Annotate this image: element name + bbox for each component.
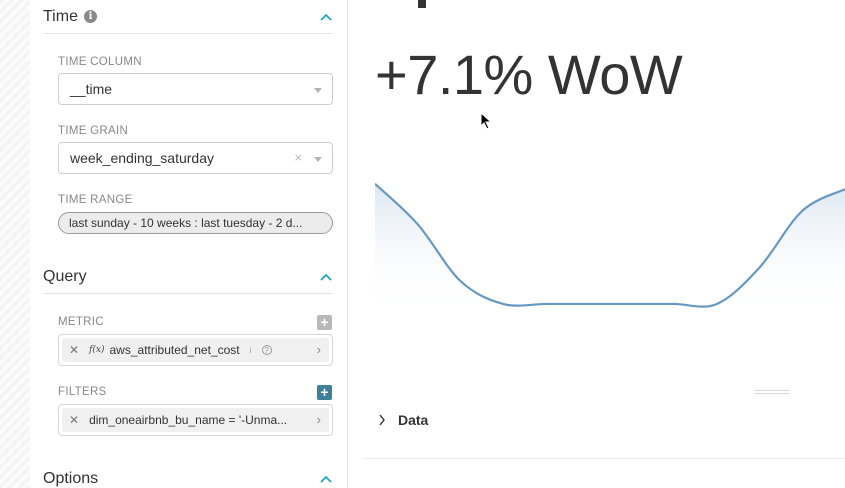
- chevron-right-icon[interactable]: ›: [317, 342, 321, 357]
- chevron-up-icon[interactable]: [319, 272, 333, 282]
- cropped-number-glyph: [418, 0, 426, 8]
- function-icon: f(x): [89, 345, 105, 355]
- clear-icon[interactable]: ×: [294, 150, 302, 165]
- chevron-up-icon[interactable]: [319, 474, 333, 484]
- time-range-pill[interactable]: last sunday - 10 weeks : last tuesday - …: [58, 212, 333, 234]
- filters-label: FILTERS: [58, 386, 107, 398]
- chevron-right-icon[interactable]: [378, 414, 386, 426]
- remove-icon[interactable]: ✕: [69, 413, 79, 427]
- add-metric-icon[interactable]: +: [317, 315, 332, 330]
- metric-chip[interactable]: ✕ f(x) aws_attributed_net_cost i ? ›: [62, 338, 329, 362]
- time-grain-value: week_ending_saturday: [70, 150, 214, 166]
- query-section-title: Query: [43, 268, 87, 286]
- metric-label: METRIC: [58, 316, 104, 328]
- help-icon[interactable]: ?: [261, 345, 272, 355]
- info-icon[interactable]: i: [246, 345, 256, 355]
- data-label: Data: [398, 412, 429, 428]
- query-section-header[interactable]: Query: [43, 260, 333, 294]
- mouse-cursor-icon: [480, 112, 493, 130]
- time-range-label: TIME RANGE: [58, 194, 133, 206]
- time-section-header[interactable]: Time i: [43, 0, 333, 34]
- filter-chip[interactable]: ✕ dim_oneairbnb_bu_name = '-Unma... ›: [62, 408, 329, 432]
- dropdown-arrow-icon[interactable]: [314, 88, 322, 93]
- time-column-select[interactable]: __time: [58, 73, 333, 105]
- dropdown-arrow-icon[interactable]: [314, 157, 322, 162]
- metric-box[interactable]: ✕ f(x) aws_attributed_net_cost i ? ›: [58, 334, 333, 366]
- chevron-up-icon[interactable]: [319, 12, 333, 22]
- control-panel: Time i TIME COLUMN __time TIME GRAIN wee…: [30, 0, 348, 488]
- metric-value: aws_attributed_net_cost: [109, 343, 240, 357]
- query-section-label: Query: [43, 267, 87, 285]
- time-column-value: __time: [70, 81, 113, 97]
- time-section-label: Time: [43, 7, 78, 25]
- remove-icon[interactable]: ✕: [69, 343, 79, 357]
- resize-handle[interactable]: [755, 390, 789, 394]
- add-filter-icon[interactable]: +: [317, 385, 332, 400]
- time-grain-select[interactable]: week_ending_saturday ×: [58, 142, 333, 174]
- striped-gutter: [0, 0, 30, 488]
- options-section-label: Options: [43, 469, 99, 487]
- info-icon[interactable]: i: [83, 10, 97, 23]
- data-toggle[interactable]: Data: [378, 412, 428, 428]
- time-grain-label: TIME GRAIN: [58, 125, 129, 137]
- chevron-right-icon[interactable]: ›: [317, 412, 321, 427]
- options-section-title: Options: [43, 470, 98, 488]
- time-column-label: TIME COLUMN: [58, 56, 142, 68]
- big-number-value: +7.1% WoW: [375, 43, 683, 106]
- filters-box[interactable]: ✕ dim_oneairbnb_bu_name = '-Unma... ›: [58, 404, 333, 436]
- trendline-chart: [375, 183, 845, 315]
- time-section-title: Time i: [43, 8, 97, 26]
- divider: [362, 458, 845, 459]
- options-section-header[interactable]: Options: [43, 462, 333, 488]
- filter-value: dim_oneairbnb_bu_name = '-Unma...: [89, 413, 288, 427]
